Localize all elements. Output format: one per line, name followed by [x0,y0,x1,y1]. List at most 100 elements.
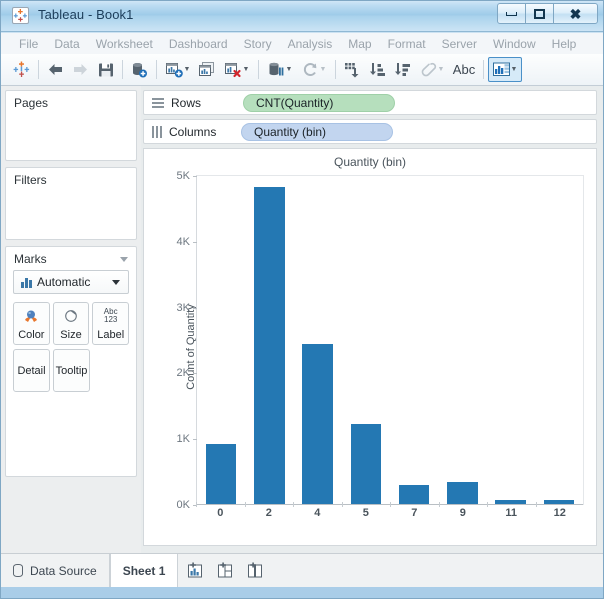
clear-sheet-icon[interactable]: ▼ [220,57,254,82]
title-bar: Tableau - Book1 ✖ [0,0,604,32]
status-bar: Data Source Sheet 1 [1,553,603,587]
menu-dashboard[interactable]: Dashboard [161,35,236,53]
back-arrow-icon[interactable] [43,57,68,82]
new-dashboard-tab-icon[interactable] [214,559,238,583]
maximize-icon[interactable] [525,3,554,24]
refresh-icon[interactable]: ▼ [297,57,331,82]
bar[interactable] [302,344,333,505]
save-icon[interactable] [93,57,118,82]
sort-descending-icon[interactable] [390,57,415,82]
tableau-home-icon[interactable] [9,57,34,82]
sort-ascending-icon[interactable] [365,57,390,82]
database-icon [13,564,23,577]
y-axis-tick: 0K [177,499,198,511]
new-worksheet-tab-icon[interactable] [184,559,208,583]
menu-window[interactable]: Window [485,35,544,53]
marks-color-label: Color [18,329,45,341]
chevron-down-icon[interactable]: ▼ [184,66,191,73]
new-worksheet-icon[interactable]: ▼ [161,57,195,82]
menu-data[interactable]: Data [46,35,87,53]
y-axis-tick: 3K [177,302,198,314]
marks-title-label: Marks [14,252,47,266]
bar-cell [294,176,342,505]
menu-map[interactable]: Map [340,35,379,53]
filters-card: Filters [5,167,137,240]
tableau-icon [12,7,29,24]
chart-canvas[interactable]: Quantity (bin) Count of Quantity 5K 4K 3K 2… [143,148,597,546]
mark-type-dropdown[interactable]: Automatic [13,270,129,294]
left-pane: Pages Filters Marks Automatic Color Size… [1,86,141,553]
pages-drop-zone[interactable] [6,114,136,160]
bar[interactable] [398,485,430,505]
bar[interactable] [254,187,285,505]
chevron-down-icon[interactable]: ▼ [320,66,327,73]
filters-drop-zone[interactable] [6,191,136,239]
menu-worksheet[interactable]: Worksheet [88,35,161,53]
rows-pill[interactable]: CNT(Quantity) [243,93,395,112]
y-axis-tick: 4K [177,236,198,248]
data-source-tab[interactable]: Data Source [1,554,110,587]
bar[interactable] [350,424,382,505]
bar-cell [390,176,438,505]
marks-drop-zone[interactable] [13,396,129,468]
marks-label-button[interactable]: Abc 123 Label [92,302,130,345]
marks-detail-button[interactable]: Detail [13,349,50,392]
toolbar: ▼ ▼ ▼ ▼ ▼ Abc ▼ [1,54,603,86]
forward-arrow-icon[interactable] [68,57,93,82]
marks-color-button[interactable]: Color [13,302,50,345]
marks-detail-label: Detail [17,364,46,377]
rows-shelf[interactable]: Rows CNT(Quantity) [143,90,597,115]
chevron-down-icon[interactable] [112,279,120,285]
toolbar-separator [258,60,259,79]
menu-server[interactable]: Server [434,35,485,53]
menu-story[interactable]: Story [236,35,280,53]
x-axis-tick-label: 9 [438,502,488,523]
toolbar-separator [156,60,157,79]
bar-cell [197,176,245,505]
close-icon[interactable]: ✖ [553,3,598,24]
minimize-icon[interactable] [497,3,526,24]
y-axis-tick: 5K [177,170,198,182]
bar-cell [438,176,486,505]
presentation-mode-icon[interactable]: ▼ [488,57,522,82]
new-story-tab-icon[interactable] [244,559,268,583]
columns-label: Columns [169,124,217,139]
new-data-source-icon[interactable] [127,57,152,82]
toolbar-separator [335,60,336,79]
bar[interactable] [205,443,237,505]
chevron-down-icon[interactable] [120,257,128,262]
chart-title: Quantity (bin) [333,155,407,169]
marks-size-button[interactable]: Size [52,302,90,345]
chevron-down-icon[interactable]: ▼ [286,66,293,73]
marks-button-row-2: Detail Tooltip [13,349,129,392]
y-axis-tick: 1K [177,433,198,445]
marks-label-label: Label [97,329,125,341]
highlight-icon[interactable]: ▼ [415,57,449,82]
sort-pause-icon[interactable]: ▼ [263,57,297,82]
view-pane: Rows CNT(Quantity) Columns Quantity (bin… [141,86,603,553]
menu-file[interactable]: File [11,35,46,53]
sheet-tab-sheet1[interactable]: Sheet 1 [109,554,179,587]
columns-shelf[interactable]: Columns Quantity (bin) [143,119,597,144]
duplicate-sheet-icon[interactable] [195,57,220,82]
swap-rows-columns-icon[interactable] [340,57,365,82]
marks-size-label: Size [60,329,82,341]
marks-title: Marks [6,247,136,270]
toolbar-separator [483,60,484,79]
menu-analysis[interactable]: Analysis [280,35,341,53]
mark-type-value: Automatic [37,275,91,289]
chevron-down-icon[interactable]: ▼ [243,66,250,73]
size-circle-icon [63,303,79,329]
sheet-tab-label: Sheet 1 [122,563,166,578]
bar[interactable] [447,481,478,505]
data-source-label: Data Source [30,563,97,578]
show-mark-labels-icon[interactable]: Abc [449,57,479,82]
marks-tooltip-button[interactable]: Tooltip [53,349,90,392]
columns-pill[interactable]: Quantity (bin) [241,122,393,141]
pages-card: Pages [5,90,137,161]
bar-cell [342,176,390,505]
chevron-down-icon[interactable]: ▼ [438,66,445,73]
menu-help[interactable]: Help [544,35,585,53]
menu-format[interactable]: Format [380,35,434,53]
chevron-down-icon[interactable]: ▼ [511,66,518,73]
